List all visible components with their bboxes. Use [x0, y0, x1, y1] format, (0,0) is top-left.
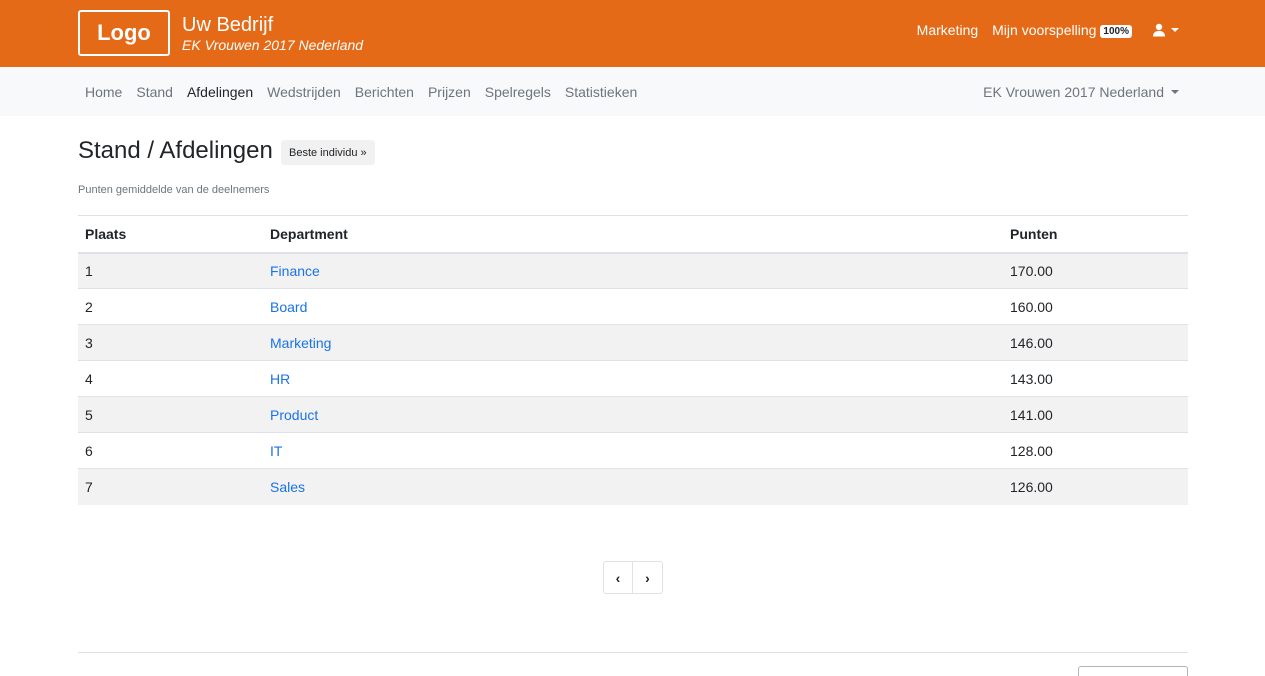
department-cell: Marketing — [263, 324, 1003, 361]
place-cell: 6 — [78, 432, 263, 469]
table-row: 6 IT 128.00 — [78, 432, 1188, 469]
department-cell: IT — [263, 432, 1003, 469]
place-cell: 1 — [78, 252, 263, 289]
pagination: ‹ › — [603, 561, 663, 594]
nav-item-home[interactable]: Home — [78, 84, 129, 100]
department-link[interactable]: Finance — [270, 263, 320, 279]
nav-item-stand[interactable]: Stand — [129, 84, 180, 100]
prediction-badge: 100% — [1100, 25, 1132, 38]
logo[interactable]: Logo — [78, 10, 170, 56]
standings-table: Plaats Department Punten 1 Finance 170.0… — [78, 215, 1188, 505]
points-cell: 126.00 — [1003, 468, 1188, 505]
points-cell: 160.00 — [1003, 288, 1188, 325]
department-cell: Finance — [263, 252, 1003, 289]
column-header-place: Plaats — [78, 215, 263, 254]
table-row: 3 Marketing 146.00 — [78, 324, 1188, 361]
nav-links: Home Stand Afdelingen Wedstrijden Berich… — [78, 67, 644, 116]
table-header-row: Plaats Department Punten — [78, 215, 1188, 254]
points-note: Punten gemiddelde van de deelnemers — [78, 184, 270, 196]
page-title: Stand / Afdelingen — [78, 137, 273, 164]
footer-divider — [78, 652, 1188, 653]
nav-item-wedstrijden[interactable]: Wedstrijden — [260, 84, 348, 100]
department-link[interactable]: Product — [270, 407, 318, 423]
tournament-dropdown-label: EK Vrouwen 2017 Nederland — [983, 83, 1164, 100]
department-link[interactable]: Sales — [270, 479, 305, 495]
column-header-department: Department — [263, 215, 1003, 254]
pagination-next-button[interactable]: › — [633, 561, 663, 594]
place-cell: 4 — [78, 360, 263, 397]
points-cell: 170.00 — [1003, 252, 1188, 289]
points-cell: 141.00 — [1003, 396, 1188, 433]
place-cell: 2 — [78, 288, 263, 325]
brand-subtitle: EK Vrouwen 2017 Nederland — [182, 37, 364, 53]
department-link[interactable]: IT — [270, 443, 282, 459]
tournament-dropdown[interactable]: EK Vrouwen 2017 Nederland — [983, 67, 1179, 116]
department-cell: Product — [263, 396, 1003, 433]
prediction-link[interactable]: Mijn voorspelling 100% — [992, 22, 1132, 38]
nav-item-statistieken[interactable]: Statistieken — [558, 84, 644, 100]
pagination-prev-button[interactable]: ‹ — [603, 561, 633, 594]
footer-control[interactable] — [1078, 666, 1188, 676]
table-row: 7 Sales 126.00 — [78, 468, 1188, 505]
column-header-points: Punten — [1003, 215, 1188, 254]
nav-item-afdelingen[interactable]: Afdelingen — [180, 84, 260, 100]
department-cell: Board — [263, 288, 1003, 325]
points-cell: 143.00 — [1003, 360, 1188, 397]
brand-title: Uw Bedrijf — [182, 14, 274, 36]
department-link[interactable]: Board — [270, 299, 307, 315]
user-menu-toggle[interactable] — [1152, 23, 1179, 37]
nav-item-prijzen[interactable]: Prijzen — [421, 84, 478, 100]
department-link[interactable]: Marketing — [270, 335, 331, 351]
table-row: 4 HR 143.00 — [78, 360, 1188, 397]
table-row: 2 Board 160.00 — [78, 288, 1188, 325]
department-cell: HR — [263, 360, 1003, 397]
chevron-down-icon — [1171, 89, 1179, 94]
points-cell: 146.00 — [1003, 324, 1188, 361]
prediction-link-label: Mijn voorspelling — [992, 22, 1097, 38]
header-right-menu: Marketing Mijn voorspelling 100% — [917, 22, 1179, 38]
place-cell: 7 — [78, 468, 263, 505]
nav-item-berichten[interactable]: Berichten — [348, 84, 421, 100]
place-cell: 3 — [78, 324, 263, 361]
main-nav: Home Stand Afdelingen Wedstrijden Berich… — [0, 67, 1265, 116]
points-cell: 128.00 — [1003, 432, 1188, 469]
place-cell: 5 — [78, 396, 263, 433]
table-row: 1 Finance 170.00 — [78, 252, 1188, 289]
department-link[interactable]: HR — [270, 371, 290, 387]
best-individual-button[interactable]: Beste individu » — [281, 140, 375, 165]
table-row: 5 Product 141.00 — [78, 396, 1188, 433]
chevron-down-icon — [1171, 28, 1179, 32]
nav-item-spelregels[interactable]: Spelregels — [478, 84, 558, 100]
top-header: Logo Uw Bedrijf EK Vrouwen 2017 Nederlan… — [0, 0, 1265, 67]
marketing-link[interactable]: Marketing — [917, 22, 978, 38]
department-cell: Sales — [263, 468, 1003, 505]
user-icon — [1153, 23, 1165, 37]
